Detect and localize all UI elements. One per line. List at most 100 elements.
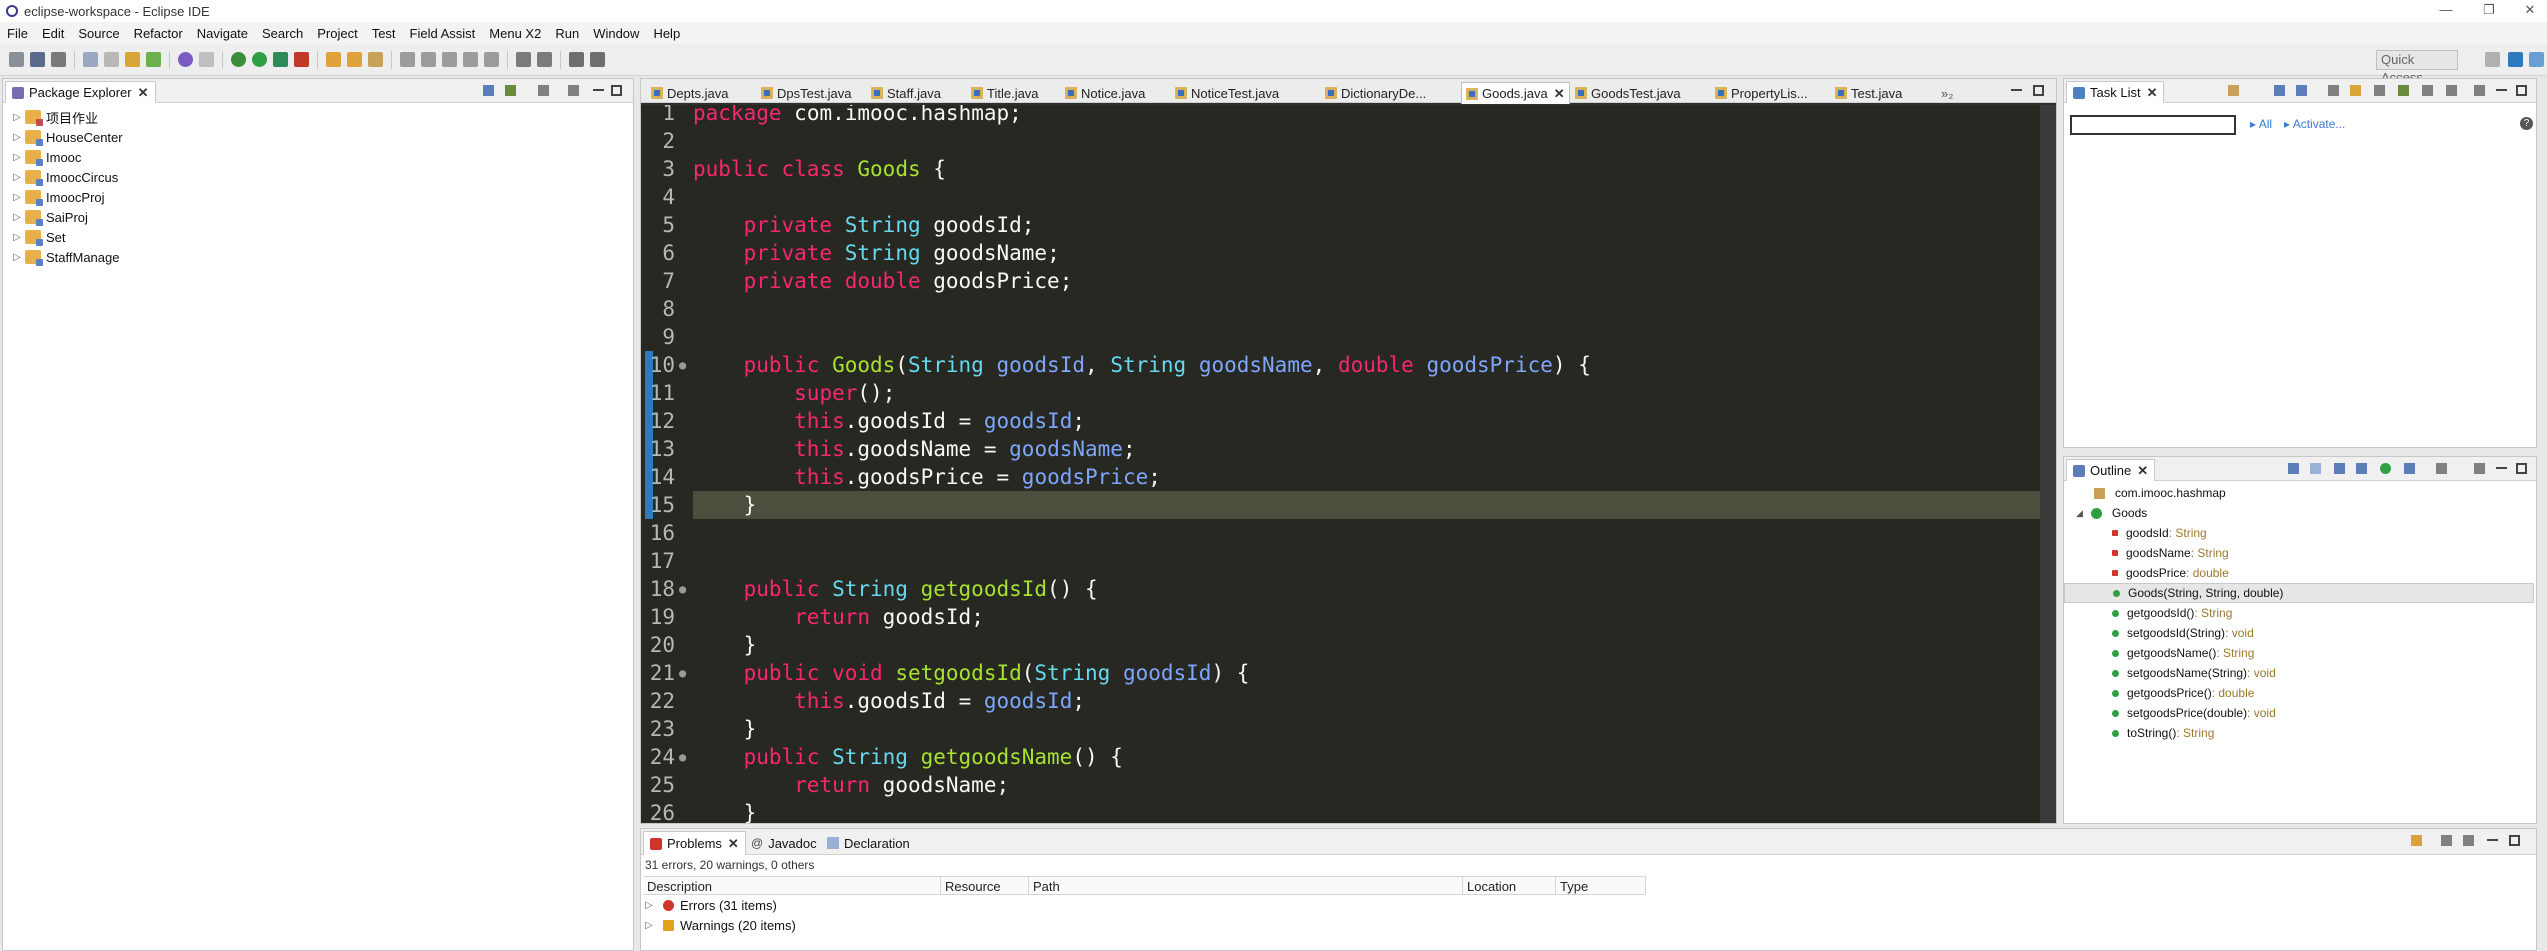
close-icon[interactable]: ✕ xyxy=(1554,86,1565,102)
code-line[interactable]: 17 xyxy=(641,547,2040,575)
tab-javadoc[interactable]: @ Javadoc xyxy=(745,831,823,855)
build-icon[interactable] xyxy=(104,52,119,67)
code-line[interactable]: 4 xyxy=(641,183,2040,211)
focus-icon[interactable] xyxy=(2436,463,2447,474)
menu-navigate[interactable]: Navigate xyxy=(190,26,255,41)
outline-package[interactable]: com.imooc.hashmap xyxy=(2094,483,2226,503)
outline-member[interactable]: toString() : String xyxy=(2112,723,2214,743)
code-line[interactable]: 1 package com.imooc.hashmap; xyxy=(641,105,2040,127)
hide-fields-icon[interactable] xyxy=(2334,463,2345,474)
outline-member[interactable]: getgoodsName() : String xyxy=(2112,643,2254,663)
link-with-editor-icon[interactable] xyxy=(505,85,516,96)
search-icon[interactable] xyxy=(368,52,383,67)
code-line[interactable]: 2 xyxy=(641,127,2040,155)
coverage-icon[interactable] xyxy=(273,52,288,67)
outline-member[interactable]: Goods(String, String, double) xyxy=(2064,583,2534,603)
show-completed-icon[interactable] xyxy=(2398,85,2409,96)
editor-tab[interactable]: DpsTest.java xyxy=(757,83,855,103)
task-filter-all[interactable]: ▸ All xyxy=(2250,117,2272,131)
menu-search[interactable]: Search xyxy=(255,26,310,41)
expand-arrow-icon[interactable]: ▷ xyxy=(11,232,23,243)
task-search-input[interactable] xyxy=(2070,115,2236,135)
project-item[interactable]: ▷ ImoocCircus xyxy=(3,167,118,187)
menu-window[interactable]: Window xyxy=(586,26,646,41)
open-perspective-icon[interactable] xyxy=(2485,52,2500,67)
view-menu-icon[interactable] xyxy=(2474,85,2485,96)
debug-run-icon[interactable] xyxy=(231,52,246,67)
code-line[interactable]: 5 private String goodsId; xyxy=(641,211,2040,239)
menu-refactor[interactable]: Refactor xyxy=(127,26,190,41)
editor-tab[interactable]: NoticeTest.java xyxy=(1171,83,1283,103)
view-menu-icon[interactable] xyxy=(568,85,579,96)
help-icon[interactable]: ? xyxy=(2520,117,2533,130)
minimize-button[interactable]: — xyxy=(2426,0,2466,22)
editor-tab[interactable]: GoodsTest.java xyxy=(1571,83,1685,103)
fold-toggle-icon[interactable]: ● xyxy=(679,659,686,687)
print-icon[interactable] xyxy=(83,52,98,67)
expand-arrow-icon[interactable]: ▷ xyxy=(643,920,655,931)
code-line[interactable]: 24 ● public String getgoodsName() { xyxy=(641,743,2040,771)
expand-arrow-icon[interactable]: ◢ xyxy=(2076,508,2083,519)
fold-toggle-icon[interactable]: ● xyxy=(679,575,686,603)
view-menu-icon[interactable] xyxy=(2463,835,2474,846)
expand-arrow-icon[interactable]: ▷ xyxy=(11,212,23,223)
tab-task-list[interactable]: Task List ✕ xyxy=(2066,81,2165,103)
synchronize-icon[interactable] xyxy=(2350,85,2361,96)
project-item[interactable]: ▷ HouseCenter xyxy=(3,127,123,147)
expand-arrow-icon[interactable]: ▷ xyxy=(11,112,23,123)
minimize-editor-icon[interactable] xyxy=(2011,89,2022,91)
sort-icon[interactable] xyxy=(2446,85,2457,96)
close-icon[interactable]: ✕ xyxy=(2137,463,2148,479)
menu-project[interactable]: Project xyxy=(310,26,364,41)
outline-member[interactable]: goodsName : String xyxy=(2112,543,2229,563)
code-line[interactable]: 16 xyxy=(641,519,2040,547)
column-header[interactable]: Description xyxy=(643,876,941,895)
next-annotation-icon[interactable] xyxy=(516,52,531,67)
menu-test[interactable]: Test xyxy=(365,26,403,41)
code-line[interactable]: 3 public class Goods { xyxy=(641,155,2040,183)
minimize-view-icon[interactable] xyxy=(2496,467,2507,469)
toggle-mark-icon[interactable] xyxy=(421,52,436,67)
new-java-project-icon[interactable] xyxy=(125,52,140,67)
menu-file[interactable]: File xyxy=(0,26,35,41)
code-line[interactable]: 20 } xyxy=(641,631,2040,659)
fold-toggle-icon[interactable]: ● xyxy=(679,743,686,771)
show-whitespace-icon[interactable] xyxy=(484,52,499,67)
quick-access-input[interactable]: Quick Access xyxy=(2376,50,2458,85)
expand-arrow-icon[interactable]: ▷ xyxy=(11,252,23,263)
filters-icon[interactable] xyxy=(2441,835,2452,846)
filter-icon[interactable] xyxy=(2422,85,2433,96)
outline-member[interactable]: getgoodsPrice() : double xyxy=(2112,683,2254,703)
outline-member[interactable]: goodsId : String xyxy=(2112,523,2207,543)
minimize-view-icon[interactable] xyxy=(2487,839,2498,841)
code-line[interactable]: 9 xyxy=(641,323,2040,351)
project-item[interactable]: ▷ Set xyxy=(3,227,66,247)
maximize-view-icon[interactable] xyxy=(2516,463,2527,474)
editor-tab[interactable]: Staff.java xyxy=(867,83,945,103)
open-type-icon[interactable] xyxy=(347,52,362,67)
code-line[interactable]: 23 } xyxy=(641,715,2040,743)
expand-arrow-icon[interactable]: ▷ xyxy=(11,152,23,163)
tab-declaration[interactable]: Declaration xyxy=(821,831,916,855)
code-line[interactable]: 25 return goodsName; xyxy=(641,771,2040,799)
previous-annotation-icon[interactable] xyxy=(537,52,552,67)
code-line[interactable]: 14 this.goodsPrice = goodsPrice; xyxy=(641,463,2040,491)
sort-icon[interactable] xyxy=(2310,463,2321,474)
minimize-view-icon[interactable] xyxy=(2496,89,2507,91)
external-tools-icon[interactable] xyxy=(294,52,309,67)
menu-help[interactable]: Help xyxy=(646,26,687,41)
restore-button[interactable]: ❐ xyxy=(2469,0,2509,22)
schedule-icon[interactable] xyxy=(2296,85,2307,96)
editor-scrollbar[interactable] xyxy=(2040,105,2056,823)
maximize-view-icon[interactable] xyxy=(611,85,622,96)
categorize-icon[interactable] xyxy=(2274,85,2285,96)
column-header[interactable]: Resource xyxy=(941,876,1029,895)
maximize-view-icon[interactable] xyxy=(2516,85,2527,96)
warnings-group-row[interactable]: ▷ Warnings (20 items) xyxy=(641,915,796,935)
editor-tab[interactable]: PropertyLis... xyxy=(1711,83,1812,103)
expand-arrow-icon[interactable]: ▷ xyxy=(643,900,655,911)
task-activate-link[interactable]: ▸ Activate... xyxy=(2284,117,2345,131)
hide-static-icon[interactable] xyxy=(2356,463,2367,474)
focus-icon[interactable] xyxy=(2411,835,2422,846)
code-line[interactable]: 15 } xyxy=(641,491,2040,519)
